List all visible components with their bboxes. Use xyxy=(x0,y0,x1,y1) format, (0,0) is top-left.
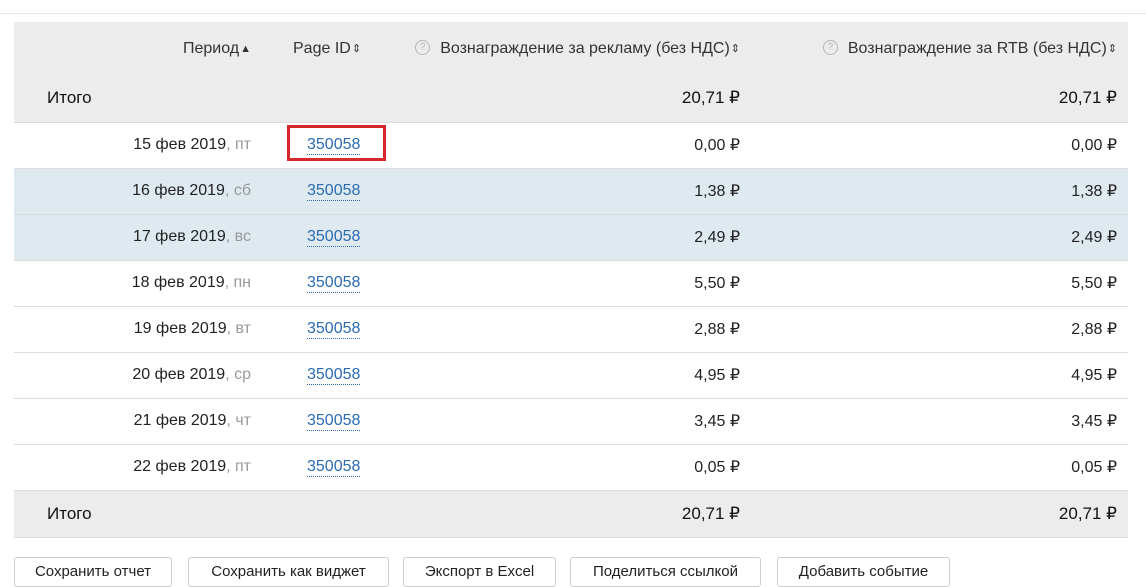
rtb-reward-cell: 4,95 ₽ xyxy=(1071,367,1117,384)
report-table: Период▲ Page ID⇕ ? Вознаграждение за рекл… xyxy=(14,22,1128,538)
rtb-reward-cell: 3,45 ₽ xyxy=(1071,413,1117,430)
page-id-cell: 350058 xyxy=(288,260,388,306)
sort-both-icon: ⇕ xyxy=(1107,42,1117,55)
column-header-ad-reward[interactable]: ? Вознаграждение за рекламу (без НДС)⇕ xyxy=(388,22,753,75)
table-header: Период▲ Page ID⇕ ? Вознаграждение за рекл… xyxy=(14,22,1128,75)
period-cell: 18 фев 2019, пн xyxy=(14,260,288,306)
ad-reward-header-label: Вознаграждение за рекламу (без НДС) xyxy=(440,39,730,57)
weekday-text: , вс xyxy=(225,228,251,245)
date-text: 19 фев 2019 xyxy=(133,320,227,337)
table-row: 21 фев 2019, чт 350058 3,45 ₽ 3,45 ₽ xyxy=(14,398,1128,444)
share-link-button[interactable]: Поделиться ссылкой xyxy=(570,557,761,587)
period-cell: 16 фев 2019, сб xyxy=(14,168,288,214)
rtb-reward-header-label: Вознаграждение за RTB (без НДС) xyxy=(847,39,1107,57)
date-text: 22 фев 2019 xyxy=(133,458,227,475)
period-cell: 15 фев 2019, пт xyxy=(14,122,288,168)
weekday-text: , сб xyxy=(224,182,251,199)
sort-asc-icon: ▲ xyxy=(240,42,251,55)
date-text: 16 фев 2019 xyxy=(132,182,225,199)
weekday-text: , вт xyxy=(226,320,251,337)
export-excel-button[interactable]: Экспорт в Excel xyxy=(403,557,556,587)
total-rtb-reward: 20,71 ₽ xyxy=(1058,503,1117,523)
period-header-label: Период xyxy=(182,39,240,57)
top-divider xyxy=(0,13,1146,14)
page-id-link[interactable]: 350058 xyxy=(307,274,361,293)
page-id-link[interactable]: 350058 xyxy=(307,228,361,247)
help-icon[interactable]: ? xyxy=(822,39,838,55)
ad-reward-cell: 3,45 ₽ xyxy=(694,413,740,430)
weekday-text: , пн xyxy=(224,274,251,291)
page-id-cell: 350058 xyxy=(288,444,388,490)
rtb-reward-cell: 0,00 ₽ xyxy=(1071,137,1117,154)
empty-cell xyxy=(288,75,388,122)
total-row-top: Итого 20,71 ₽ 20,71 ₽ xyxy=(14,75,1128,122)
rtb-reward-cell: 0,05 ₽ xyxy=(1071,459,1117,476)
add-event-button[interactable]: Добавить событие xyxy=(777,557,950,587)
table-row: 15 фев 2019, пт 350058 0,00 ₽ 0,00 ₽ xyxy=(14,122,1128,168)
period-cell: 22 фев 2019, пт xyxy=(14,444,288,490)
total-label: Итого xyxy=(47,88,92,108)
column-header-period[interactable]: Период▲ xyxy=(14,22,288,75)
page-id-cell: 350058 xyxy=(288,122,388,168)
page-id-link[interactable]: 350058 xyxy=(307,136,361,155)
page-id-cell: 350058 xyxy=(288,398,388,444)
weekday-text: , пт xyxy=(226,136,251,153)
sort-both-icon: ⇕ xyxy=(351,42,362,55)
page-id-link[interactable]: 350058 xyxy=(307,366,361,385)
save-widget-button[interactable]: Сохранить как виджет xyxy=(188,557,389,587)
weekday-text: , ср xyxy=(225,366,251,383)
table-row: 18 фев 2019, пн 350058 5,50 ₽ 5,50 ₽ xyxy=(14,260,1128,306)
date-text: 17 фев 2019 xyxy=(132,228,226,245)
rtb-reward-cell: 5,50 ₽ xyxy=(1071,275,1117,292)
total-label: Итого xyxy=(47,503,92,523)
rtb-reward-cell: 2,88 ₽ xyxy=(1071,321,1117,338)
weekday-text: , пт xyxy=(226,458,251,475)
table-row: 17 фев 2019, вс 350058 2,49 ₽ 2,49 ₽ xyxy=(14,214,1128,260)
total-row-bottom: Итого 20,71 ₽ 20,71 ₽ xyxy=(14,490,1128,537)
table-row: 22 фев 2019, пт 350058 0,05 ₽ 0,05 ₽ xyxy=(14,444,1128,490)
page-id-cell: 350058 xyxy=(288,168,388,214)
page-id-cell: 350058 xyxy=(288,352,388,398)
ad-reward-cell: 0,05 ₽ xyxy=(694,459,740,476)
ad-reward-cell: 4,95 ₽ xyxy=(694,367,740,384)
total-ad-reward: 20,71 ₽ xyxy=(681,88,740,108)
period-cell: 19 фев 2019, вт xyxy=(14,306,288,352)
table-row: 19 фев 2019, вт 350058 2,88 ₽ 2,88 ₽ xyxy=(14,306,1128,352)
page-id-link[interactable]: 350058 xyxy=(307,320,361,339)
page-id-link[interactable]: 350058 xyxy=(307,412,361,431)
ad-reward-cell: 2,88 ₽ xyxy=(694,321,740,338)
period-cell: 20 фев 2019, ср xyxy=(14,352,288,398)
page-id-cell: 350058 xyxy=(288,306,388,352)
period-cell: 17 фев 2019, вс xyxy=(14,214,288,260)
period-cell: 21 фев 2019, чт xyxy=(14,398,288,444)
page-id-link[interactable]: 350058 xyxy=(307,458,361,477)
total-ad-reward: 20,71 ₽ xyxy=(681,503,740,523)
ad-reward-cell: 5,50 ₽ xyxy=(694,275,740,292)
weekday-text: , чт xyxy=(226,412,251,429)
date-text: 18 фев 2019 xyxy=(131,274,225,291)
total-rtb-reward: 20,71 ₽ xyxy=(1058,88,1117,108)
date-text: 21 фев 2019 xyxy=(133,412,227,429)
page-id-cell: 350058 xyxy=(288,214,388,260)
rtb-reward-cell: 1,38 ₽ xyxy=(1071,183,1117,200)
empty-cell xyxy=(288,490,388,537)
rtb-reward-cell: 2,49 ₽ xyxy=(1071,229,1117,246)
page-id-header-label: Page ID xyxy=(293,39,351,57)
column-header-rtb-reward[interactable]: ? Вознаграждение за RTB (без НДС)⇕ xyxy=(753,22,1128,75)
ad-reward-cell: 2,49 ₽ xyxy=(694,229,740,246)
action-buttons: Сохранить отчет Сохранить как виджет Экс… xyxy=(14,557,1146,587)
page-id-link[interactable]: 350058 xyxy=(307,182,361,201)
help-icon[interactable]: ? xyxy=(415,39,431,55)
sort-both-icon: ⇕ xyxy=(730,42,740,55)
ad-reward-cell: 0,00 ₽ xyxy=(694,137,740,154)
date-text: 15 фев 2019 xyxy=(133,136,227,153)
ad-reward-cell: 1,38 ₽ xyxy=(694,183,740,200)
table-row: 16 фев 2019, сб 350058 1,38 ₽ 1,38 ₽ xyxy=(14,168,1128,214)
date-text: 20 фев 2019 xyxy=(132,366,226,383)
save-report-button[interactable]: Сохранить отчет xyxy=(14,557,172,587)
table-row: 20 фев 2019, ср 350058 4,95 ₽ 4,95 ₽ xyxy=(14,352,1128,398)
column-header-page-id[interactable]: Page ID⇕ xyxy=(288,22,388,75)
